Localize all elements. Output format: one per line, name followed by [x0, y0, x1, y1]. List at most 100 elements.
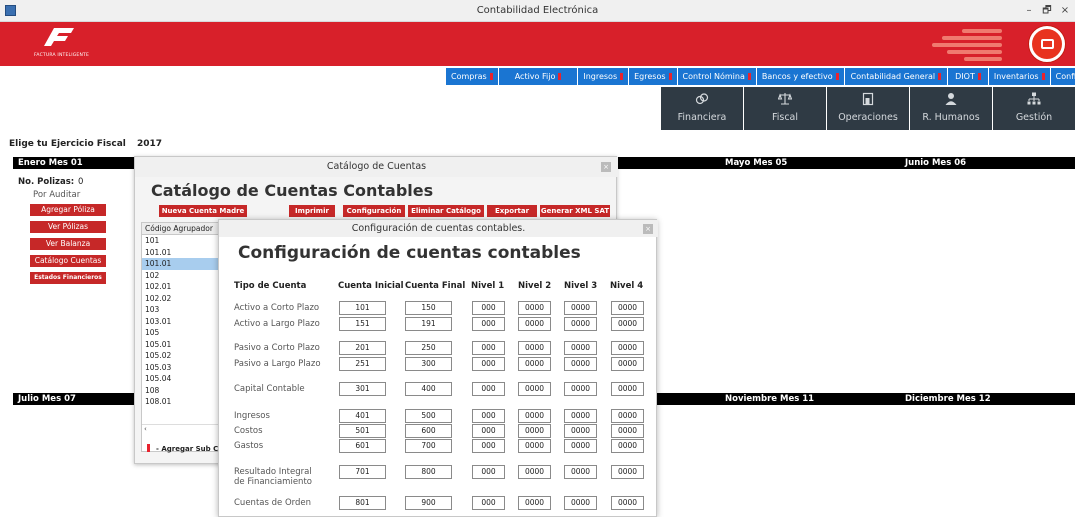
nivel-2-input[interactable]: 0000: [518, 496, 551, 510]
maximize-button[interactable]: 🗗: [1039, 3, 1055, 18]
menu-inventarios[interactable]: Inventarios: [988, 68, 1050, 85]
nivel-2-input[interactable]: 0000: [518, 382, 551, 396]
close-button[interactable]: ×: [1057, 3, 1073, 18]
nivel-3-input[interactable]: 0000: [564, 301, 597, 315]
nivel-1-input[interactable]: 000: [472, 317, 505, 331]
nivel-4-input[interactable]: 0000: [611, 341, 644, 355]
nivel-2-input[interactable]: 0000: [518, 439, 551, 453]
tree-row[interactable]: 105.03: [142, 362, 218, 374]
cuenta-inicial-input[interactable]: 501: [339, 424, 386, 438]
tree-row[interactable]: 102.01: [142, 281, 218, 293]
month-mayo[interactable]: Mayo Mes 05: [720, 157, 895, 169]
nivel-2-input[interactable]: 0000: [518, 357, 551, 371]
nivel-2-input[interactable]: 0000: [518, 301, 551, 315]
month-junio[interactable]: Junio Mes 06: [900, 157, 1075, 169]
nivel-3-input[interactable]: 0000: [564, 341, 597, 355]
month-diciembre[interactable]: Diciembre Mes 12: [900, 393, 1075, 405]
cuenta-inicial-input[interactable]: 401: [339, 409, 386, 423]
tree-row[interactable]: 102.02: [142, 293, 218, 305]
nivel-4-input[interactable]: 0000: [611, 439, 644, 453]
module-fiscal[interactable]: Fiscal: [744, 87, 826, 130]
nivel-1-input[interactable]: 000: [472, 382, 505, 396]
cuenta-inicial-input[interactable]: 801: [339, 496, 386, 510]
tree-row[interactable]: 105.02: [142, 350, 218, 362]
nivel-4-input[interactable]: 0000: [611, 409, 644, 423]
nivel-1-input[interactable]: 000: [472, 496, 505, 510]
estados-financieros-button[interactable]: Estados Financieros: [30, 272, 106, 284]
agregar-poliza-button[interactable]: Agregar Póliza: [30, 204, 106, 216]
nivel-4-input[interactable]: 0000: [611, 382, 644, 396]
nivel-2-input[interactable]: 0000: [518, 409, 551, 423]
tree-row[interactable]: 103.01: [142, 316, 218, 328]
nivel-1-input[interactable]: 000: [472, 409, 505, 423]
nivel-1-input[interactable]: 000: [472, 465, 505, 479]
nivel-1-input[interactable]: 000: [472, 301, 505, 315]
menu-bancos[interactable]: Bancos y efectivo: [756, 68, 844, 85]
menu-contabilidad-general[interactable]: Contabilidad General: [844, 68, 948, 85]
cuenta-final-input[interactable]: 250: [405, 341, 452, 355]
nivel-2-input[interactable]: 0000: [518, 317, 551, 331]
nivel-4-input[interactable]: 0000: [611, 496, 644, 510]
config-close-button[interactable]: ×: [643, 224, 653, 234]
nivel-1-input[interactable]: 000: [472, 424, 505, 438]
menu-activo-fijo[interactable]: Activo Fijo: [498, 68, 578, 85]
nivel-3-input[interactable]: 0000: [564, 465, 597, 479]
nivel-2-input[interactable]: 0000: [518, 465, 551, 479]
menu-egresos[interactable]: Egresos: [629, 68, 677, 85]
agregar-sub-cuenta-button[interactable]: - Agregar Sub Cu: [147, 444, 223, 453]
menu-diot[interactable]: DIOT: [948, 68, 988, 85]
cuenta-inicial-input[interactable]: 601: [339, 439, 386, 453]
tree-row[interactable]: 108.01: [142, 396, 218, 408]
avatar[interactable]: [1029, 26, 1065, 62]
fiscal-year-select[interactable]: 2017: [137, 139, 162, 149]
nivel-3-input[interactable]: 0000: [564, 317, 597, 331]
module-r-humanos[interactable]: R. Humanos: [910, 87, 992, 130]
imprimir-button[interactable]: Imprimir: [289, 205, 335, 217]
tree-row[interactable]: 105.01: [142, 339, 218, 351]
tree-row[interactable]: 105: [142, 327, 218, 339]
tree-row[interactable]: 108: [142, 385, 218, 397]
cuenta-final-input[interactable]: 500: [405, 409, 452, 423]
nivel-4-input[interactable]: 0000: [611, 317, 644, 331]
exportar-button[interactable]: Exportar: [487, 205, 537, 217]
cuenta-final-input[interactable]: 800: [405, 465, 452, 479]
cuenta-final-input[interactable]: 191: [405, 317, 452, 331]
tree-row[interactable]: 105.04: [142, 373, 218, 385]
horizontal-scrollbar[interactable]: ‹: [142, 424, 218, 433]
nivel-3-input[interactable]: 0000: [564, 382, 597, 396]
nivel-1-input[interactable]: 000: [472, 439, 505, 453]
menu-control-nomina[interactable]: Control Nómina: [677, 68, 756, 85]
nivel-1-input[interactable]: 000: [472, 357, 505, 371]
month-noviembre[interactable]: Noviembre Mes 11: [720, 393, 895, 405]
nivel-3-input[interactable]: 0000: [564, 357, 597, 371]
cuenta-inicial-input[interactable]: 201: [339, 341, 386, 355]
nivel-1-input[interactable]: 000: [472, 341, 505, 355]
cuenta-inicial-input[interactable]: 101: [339, 301, 386, 315]
eliminar-catalogo-button[interactable]: Eliminar Catálogo: [408, 205, 484, 217]
configuracion-button[interactable]: Configuración: [343, 205, 405, 217]
nivel-4-input[interactable]: 0000: [611, 465, 644, 479]
menu-configuracion[interactable]: Configuración: [1050, 68, 1075, 85]
nivel-4-input[interactable]: 0000: [611, 301, 644, 315]
nivel-3-input[interactable]: 0000: [564, 409, 597, 423]
nivel-2-input[interactable]: 0000: [518, 424, 551, 438]
cuenta-inicial-input[interactable]: 701: [339, 465, 386, 479]
cuenta-final-input[interactable]: 400: [405, 382, 452, 396]
cuenta-final-input[interactable]: 900: [405, 496, 452, 510]
ver-polizas-button[interactable]: Ver Pólizas: [30, 221, 106, 233]
cuenta-final-input[interactable]: 150: [405, 301, 452, 315]
tree-row[interactable]: 101.01: [142, 247, 218, 259]
cuenta-inicial-input[interactable]: 151: [339, 317, 386, 331]
menu-compras[interactable]: Compras: [446, 68, 498, 85]
catalogo-cuentas-button[interactable]: Catálogo Cuentas: [30, 255, 106, 267]
cuenta-inicial-input[interactable]: 251: [339, 357, 386, 371]
nivel-3-input[interactable]: 0000: [564, 439, 597, 453]
nivel-3-input[interactable]: 0000: [564, 496, 597, 510]
nivel-2-input[interactable]: 0000: [518, 341, 551, 355]
nivel-4-input[interactable]: 0000: [611, 357, 644, 371]
nueva-cuenta-madre-button[interactable]: Nueva Cuenta Madre: [159, 205, 247, 217]
ver-balanza-button[interactable]: Ver Balanza: [30, 238, 106, 250]
menu-ingresos[interactable]: Ingresos: [578, 68, 629, 85]
generar-xml-sat-button[interactable]: Generar XML SAT: [540, 205, 610, 217]
cuenta-inicial-input[interactable]: 301: [339, 382, 386, 396]
